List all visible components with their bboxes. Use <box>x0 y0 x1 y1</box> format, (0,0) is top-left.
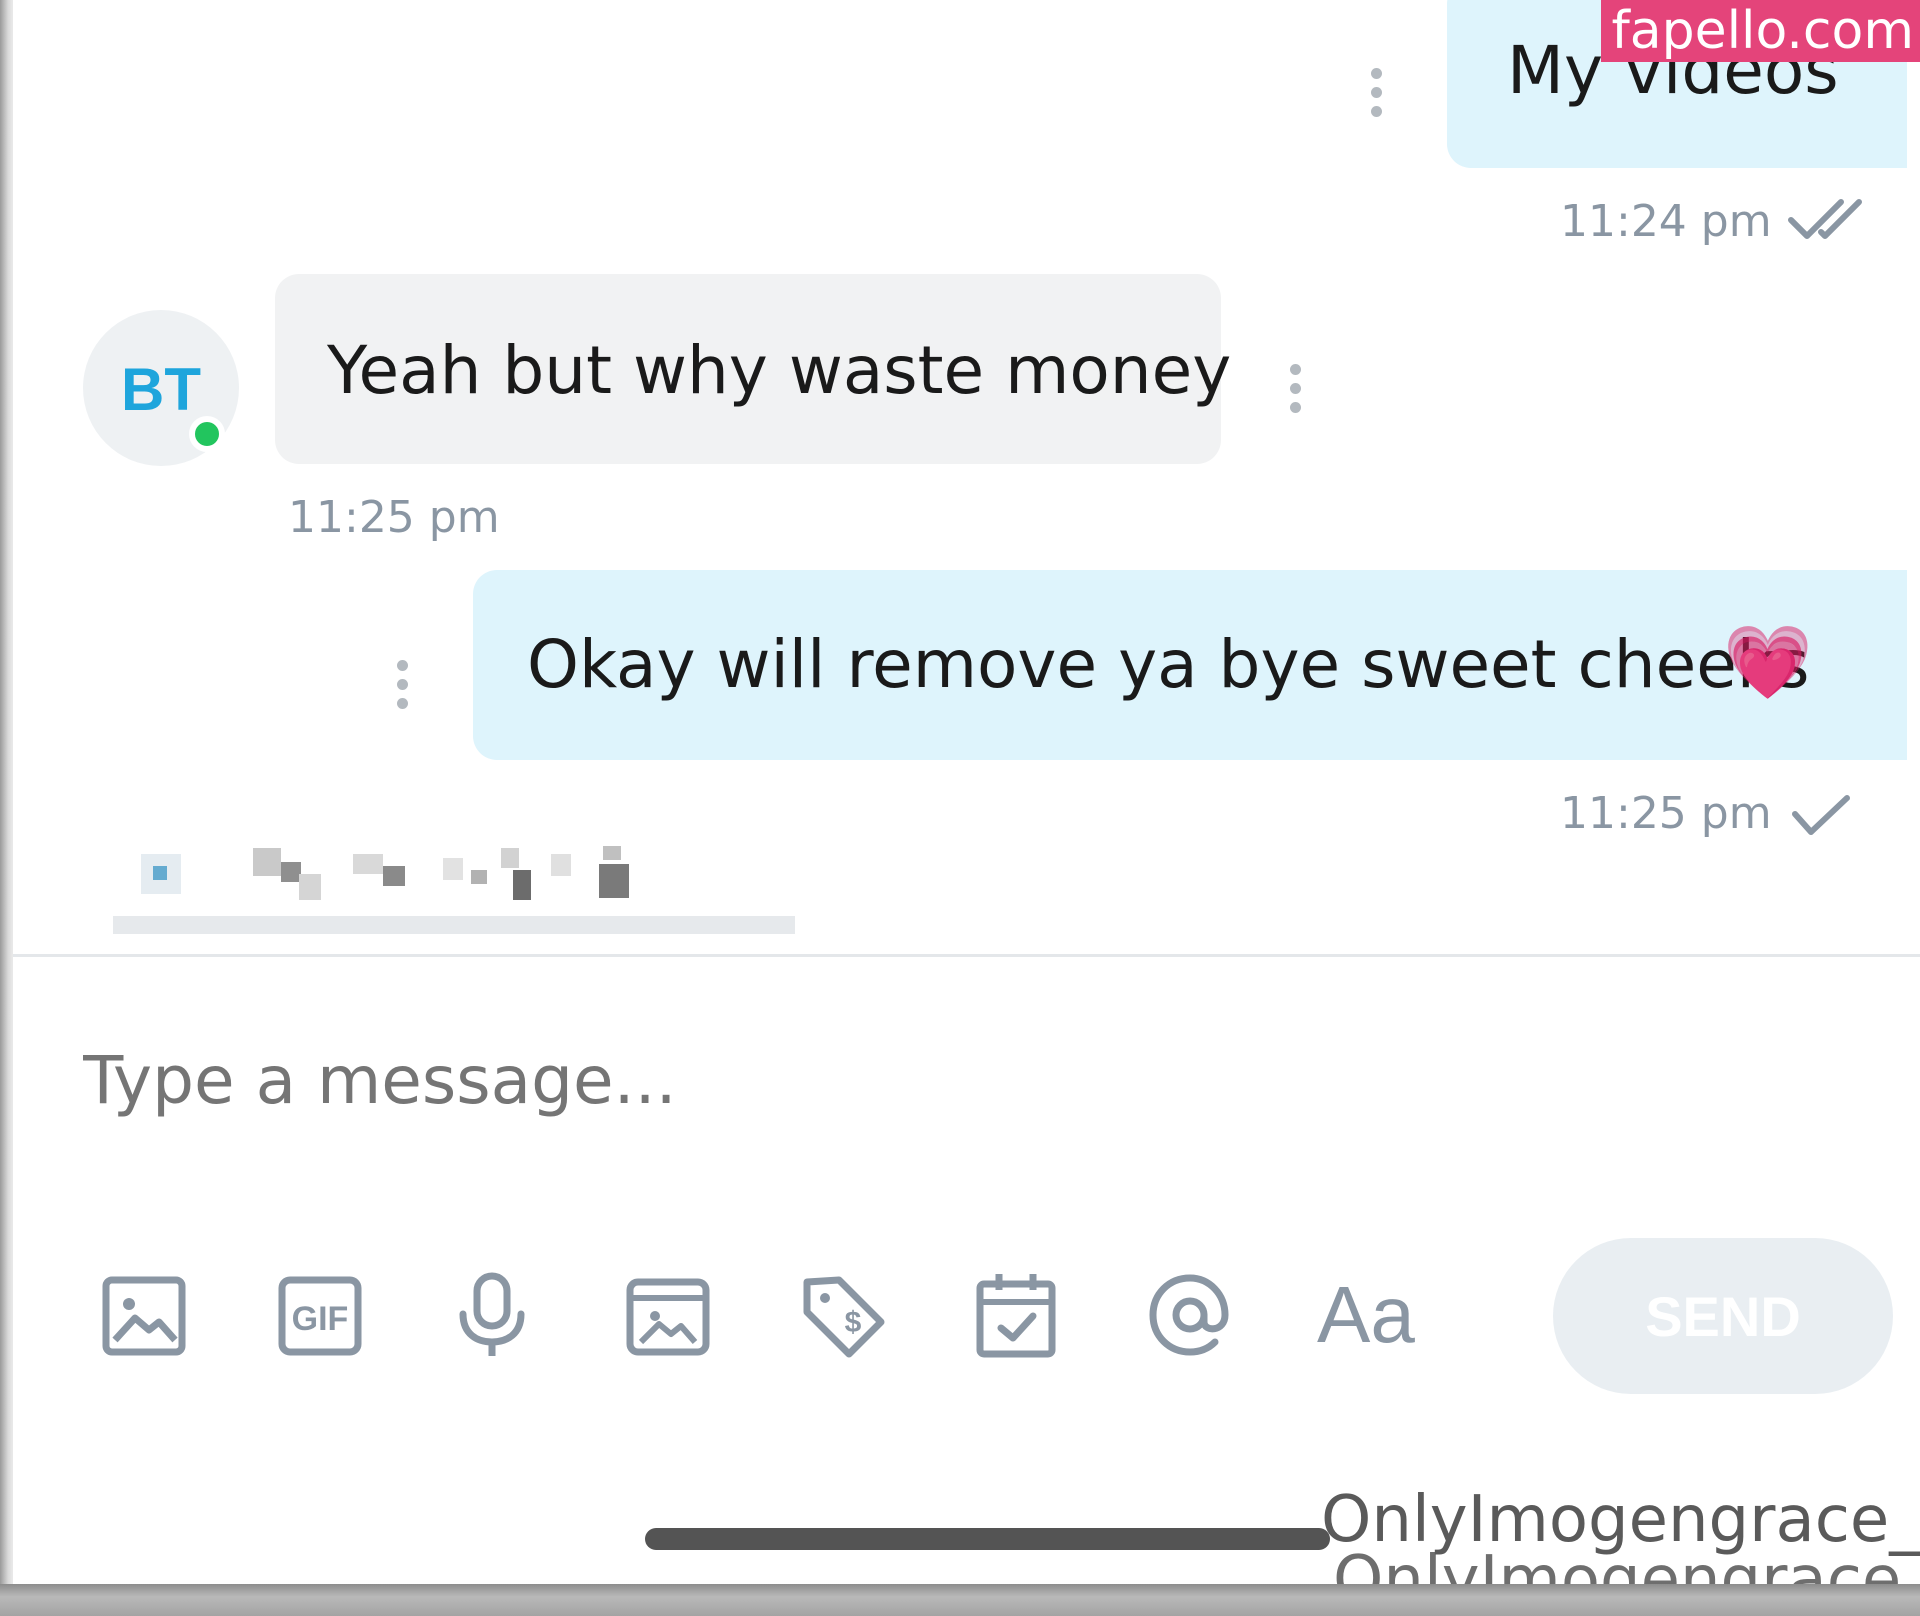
gif-icon[interactable]: GIF <box>275 1270 365 1360</box>
online-status-dot <box>189 416 225 452</box>
message-time: 11:24 pm <box>1560 196 1772 247</box>
watermark: OnlyImogengrace_x <box>1321 1483 1920 1557</box>
text-format-icon[interactable]: Aa <box>1317 1270 1437 1360</box>
pixelated-censor <box>113 840 673 920</box>
schedule-icon[interactable] <box>971 1270 1061 1360</box>
image-icon[interactable] <box>99 1270 189 1360</box>
svg-text:$: $ <box>845 1306 862 1339</box>
send-button[interactable]: SEND <box>1553 1238 1893 1394</box>
mention-icon[interactable] <box>1145 1270 1235 1360</box>
message-text: Yeah but why waste money <box>327 332 1232 409</box>
frame-edge <box>0 1584 1920 1616</box>
divider <box>13 954 1920 957</box>
message-text: Okay will remove ya bye sweet cheeks <box>527 626 1810 703</box>
price-tag-icon[interactable]: $ <box>797 1270 887 1360</box>
avatar-initials: BT <box>121 356 201 423</box>
message-options-icon[interactable] <box>396 660 410 717</box>
double-check-icon <box>1788 199 1862 239</box>
single-check-icon <box>1792 795 1850 835</box>
message-time: 11:25 pm <box>288 492 500 543</box>
message-input[interactable] <box>83 1040 1883 1120</box>
media-vault-icon[interactable] <box>623 1270 713 1360</box>
home-indicator[interactable] <box>645 1528 1330 1550</box>
chat-screen: My videos 11:24 pm BT Yeah but why waste… <box>13 0 1920 1584</box>
outgoing-message-bubble[interactable]: Okay will remove ya bye sweet cheeks 💗 <box>473 570 1907 760</box>
message-time: 11:25 pm <box>1560 788 1772 839</box>
avatar[interactable]: BT <box>83 310 239 466</box>
text-format-label: Aa <box>1317 1270 1415 1359</box>
message-options-icon[interactable] <box>1370 68 1384 125</box>
heart-emoji: 💗 <box>1723 620 1813 704</box>
microphone-icon[interactable] <box>447 1270 537 1360</box>
pixelated-censor-bar <box>113 916 795 934</box>
gif-label: GIF <box>292 1300 349 1338</box>
incoming-message-bubble[interactable]: Yeah but why waste money <box>275 274 1231 464</box>
message-options-icon[interactable] <box>1289 364 1303 421</box>
brand-watermark: fapello.com <box>1601 0 1920 62</box>
